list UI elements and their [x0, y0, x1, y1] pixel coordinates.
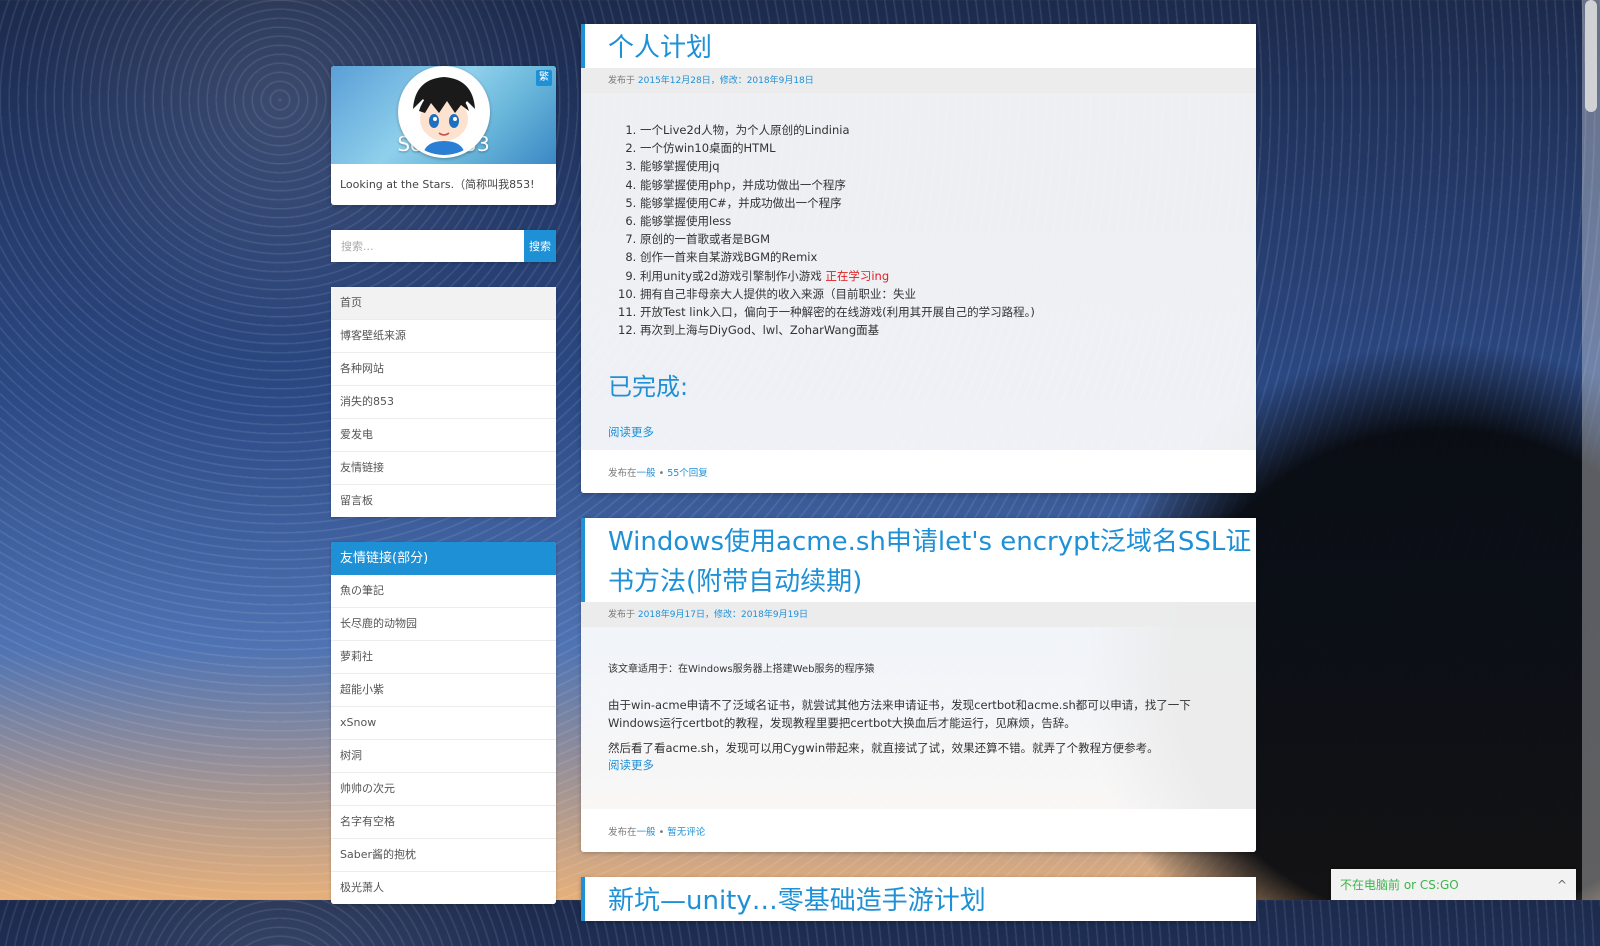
friend-link[interactable]: xSnow [331, 707, 556, 740]
nav-item-wallpaper-source[interactable]: 博客壁纸来源 [331, 320, 556, 353]
list-item: 拥有自己非母亲大人提供的收入来源（目前职业：失业 [640, 285, 1229, 303]
plan-list: 一个Live2d人物，为个人原创的Lindinia 一个仿win10桌面的HTM… [608, 121, 1229, 339]
post-card: Windows使用acme.sh申请let's encrypt泛域名SSL证书方… [581, 518, 1256, 853]
post-paragraph: 然后看了看acme.sh，发现可以用Cygwin带起来，就直接试了试，效果还算不… [608, 740, 1159, 755]
post-foot-prefix: 发布在 [608, 827, 637, 839]
post-list: 个人计划 发布于 2015年12月28日，修改：2018年9月18日 一个Liv… [581, 24, 1256, 946]
post-dates[interactable]: 2018年9月17日，修改：2018年9月19日 [638, 610, 808, 620]
post-body: 该文章适用于：在Windows服务器上搭建Web服务的程序猿 由于win-acm… [581, 627, 1256, 809]
post-footer: 发布在一般 • 55个回复 [581, 450, 1256, 494]
in-progress-note: 正在学习ing [825, 268, 890, 283]
list-item: 一个Live2d人物，为个人原创的Lindinia [640, 121, 1229, 139]
post-foot-prefix: 发布在 [608, 468, 637, 480]
search-button[interactable]: 搜索 [524, 230, 556, 262]
list-item: 利用unity或2d游戏引擎制作小游戏 正在学习ing [640, 267, 1229, 285]
friend-link[interactable]: 名字有空格 [331, 806, 556, 839]
post-card: 个人计划 发布于 2015年12月28日，修改：2018年9月18日 一个Liv… [581, 24, 1256, 494]
post-intro: 该文章适用于：在Windows服务器上搭建Web服务的程序猿 [608, 664, 875, 676]
post-card: 新坑—unity…零基础造手游计划 [581, 877, 1256, 922]
post-foot-separator: • [658, 468, 665, 480]
read-more-link[interactable]: 阅读更多 [608, 424, 654, 440]
list-item: 原创的一首歌或者是BGM [640, 230, 1229, 248]
friend-link[interactable]: 长尽鹿的动物园 [331, 608, 556, 641]
completed-heading: 已完成: [608, 373, 689, 402]
post-title[interactable]: 个人计划 [608, 28, 1256, 68]
nav-item-websites[interactable]: 各种网站 [331, 353, 556, 386]
nav-item-afdian[interactable]: 爱发电 [331, 419, 556, 452]
nav-item-guestbook[interactable]: 留言板 [331, 485, 556, 517]
post-meta-prefix: 发布于 [608, 610, 636, 621]
site-tagline: Looking at the Stars.（简称叫我853! [340, 178, 535, 191]
friend-link[interactable]: 极光萧人 [331, 872, 556, 904]
post-category-link[interactable]: 一般 [637, 468, 656, 479]
post-foot-separator: • [658, 827, 665, 839]
friend-link[interactable]: 帅帅の次元 [331, 773, 556, 806]
search-input[interactable] [331, 230, 524, 262]
traditional-chinese-toggle[interactable]: 繁 [536, 70, 552, 86]
friend-link[interactable]: 树洞 [331, 740, 556, 773]
list-item: 能够掌握使用C#，并成功做出一个程序 [640, 194, 1229, 212]
nav-item-missing-853[interactable]: 消失的853 [331, 386, 556, 419]
list-item: 能够掌握使用less [640, 212, 1229, 230]
nav-item-friend-links[interactable]: 友情链接 [331, 452, 556, 485]
page-scrollbar[interactable] [1582, 0, 1600, 900]
friend-links-title: 友情链接(部分) [331, 542, 556, 575]
post-title[interactable]: 新坑—unity…零基础造手游计划 [608, 881, 1256, 921]
list-item: 创作一首来自某游戏BGM的Remix [640, 248, 1229, 266]
post-title[interactable]: Windows使用acme.sh申请let's encrypt泛域名SSL证书方… [608, 522, 1256, 602]
music-player-bar[interactable]: 不在电脑前 or CS:GO ^ [1331, 869, 1576, 900]
nav-item-home[interactable]: 首页 [331, 287, 556, 320]
post-footer: 发布在一般 • 暂无评论 [581, 809, 1256, 853]
scrollbar-thumb[interactable] [1585, 0, 1597, 112]
post-meta: 发布于 2018年9月17日，修改：2018年9月19日 [581, 602, 1256, 628]
search-box: 搜索 [331, 230, 556, 262]
list-item: 开放Test link入口，偏向于一种解密的在线游戏(利用其开展自己的学习路程。… [640, 303, 1229, 321]
post-comments-link[interactable]: 55个回复 [667, 468, 708, 479]
avatar[interactable] [398, 66, 490, 158]
post-comments-link[interactable]: 暂无评论 [667, 827, 705, 838]
list-item-text: 利用unity或2d游戏引擎制作小游戏 [640, 268, 822, 283]
friend-link[interactable]: 超能小紫 [331, 674, 556, 707]
list-item: 再次到上海与DiyGod、lwl、ZoharWang面基 [640, 321, 1229, 339]
post-category-link[interactable]: 一般 [637, 827, 656, 838]
list-item: 能够掌握使用jq [640, 157, 1229, 175]
post-header: Windows使用acme.sh申请let's encrypt泛域名SSL证书方… [581, 518, 1256, 603]
list-item: 能够掌握使用php，并成功做出一个程序 [640, 176, 1229, 194]
post-header: 个人计划 [581, 24, 1256, 68]
friend-links-panel: 友情链接(部分) 魚の筆記 长尽鹿的动物园 萝莉社 超能小紫 xSnow 树洞 … [331, 542, 556, 904]
post-header: 新坑—unity…零基础造手游计划 [581, 877, 1256, 922]
post-meta: 发布于 2015年12月28日，修改：2018年9月18日 [581, 68, 1256, 93]
post-paragraph: 由于win-acme申请不了泛域名证书，就尝试其他方法来申请证书，发现certb… [608, 697, 1191, 731]
read-more-link[interactable]: 阅读更多 [608, 757, 654, 773]
post-dates[interactable]: 2015年12月28日，修改：2018年9月18日 [638, 76, 814, 86]
friend-link[interactable]: Saber酱的抱枕 [331, 839, 556, 872]
profile-card: 繁 Sonic853 Looking at the Stars.（简称叫我853… [331, 66, 556, 205]
list-item: 一个仿win10桌面的HTML [640, 139, 1229, 157]
sidebar: 繁 Sonic853 Looking at the Stars.（简称叫我853… [331, 24, 556, 904]
chevron-up-icon[interactable]: ^ [1557, 878, 1567, 892]
friend-link[interactable]: 萝莉社 [331, 641, 556, 674]
music-status-text: 不在电脑前 or CS:GO [1340, 878, 1459, 892]
post-body: 一个Live2d人物，为个人原创的Lindinia 一个仿win10桌面的HTM… [581, 93, 1256, 450]
friend-link[interactable]: 魚の筆記 [331, 575, 556, 608]
main-nav: 首页 博客壁纸来源 各种网站 消失的853 爱发电 友情链接 留言板 [331, 287, 556, 517]
post-meta-prefix: 发布于 [608, 76, 636, 86]
